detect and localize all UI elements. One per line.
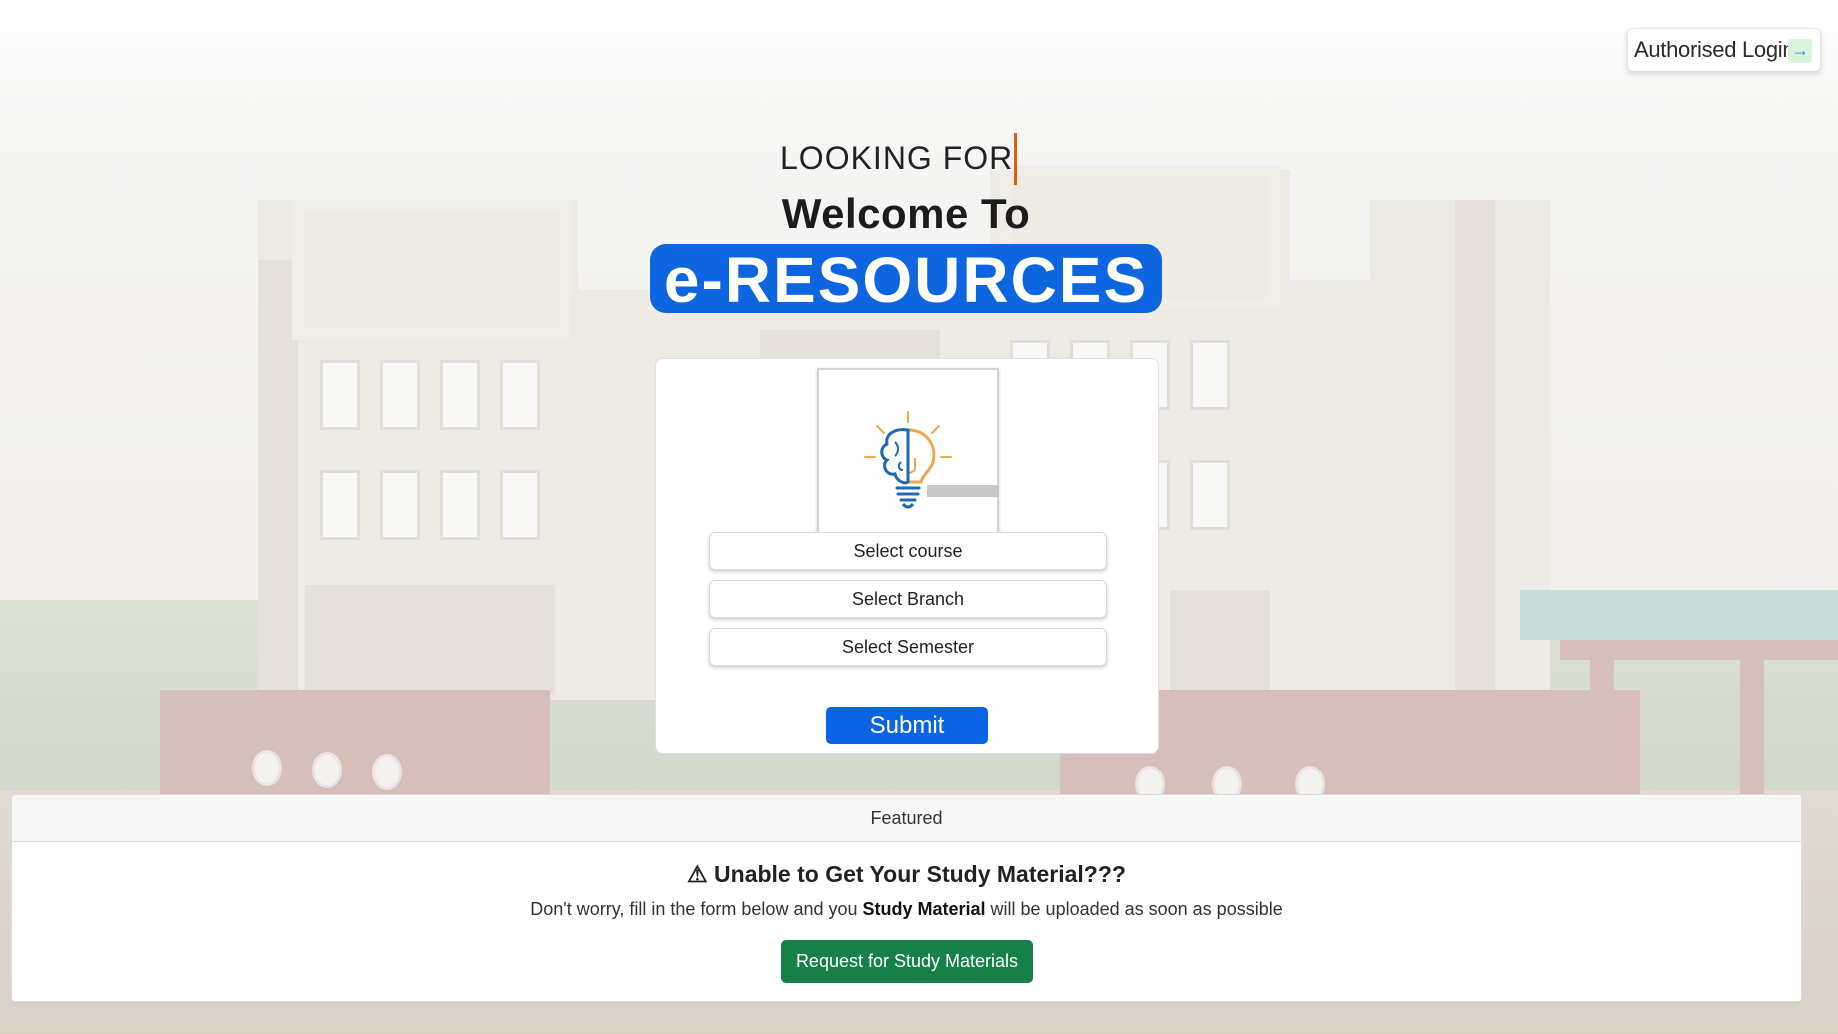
warning-icon: ⚠: [687, 861, 708, 887]
authorised-login-button[interactable]: Authorised Login →: [1627, 28, 1821, 72]
e-resources-title: e-RESOURCES: [650, 244, 1162, 316]
request-study-materials-button[interactable]: Request for Study Materials: [781, 940, 1033, 983]
featured-title-text: Unable to Get Your Study Material???: [714, 861, 1126, 887]
featured-header: Featured: [12, 795, 1801, 842]
featured-text-bold: Study Material: [862, 899, 986, 919]
authorised-login-label: Authorised Login: [1634, 37, 1795, 62]
course-select[interactable]: Select course: [709, 532, 1107, 570]
featured-description: Don't worry, fill in the form below and …: [12, 899, 1801, 920]
featured-text-after: will be uploaded as soon as possible: [985, 899, 1283, 919]
login-arrow-icon: →: [1788, 39, 1812, 63]
looking-for-heading: LOOKING FOR: [780, 140, 1014, 176]
logo-graphic: [864, 411, 952, 509]
welcome-heading: Welcome To: [781, 190, 1031, 237]
resource-search-form: Select course Select Branch Select Semes…: [655, 358, 1159, 754]
featured-card: Featured ⚠ Unable to Get Your Study Mate…: [11, 794, 1802, 1002]
submit-button[interactable]: Submit: [826, 707, 988, 744]
featured-title: ⚠ Unable to Get Your Study Material???: [12, 861, 1801, 888]
logo-caption-strip: [927, 485, 999, 497]
brain-bulb-logo-icon: [817, 368, 999, 550]
semester-select[interactable]: Select Semester: [709, 628, 1107, 666]
featured-text-before: Don't worry, fill in the form below and …: [530, 899, 863, 919]
branch-select[interactable]: Select Branch: [709, 580, 1107, 618]
typing-cursor: [1014, 133, 1017, 185]
